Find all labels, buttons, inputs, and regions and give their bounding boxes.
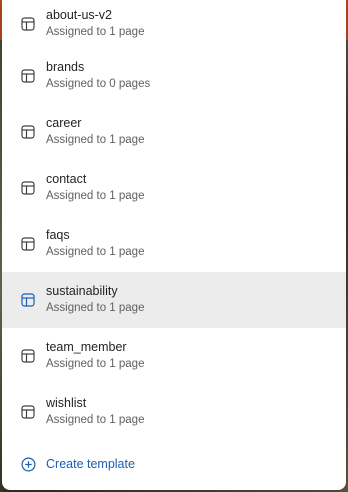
template-name: wishlist: [46, 396, 87, 410]
template-name: team_member: [46, 340, 127, 354]
template-name: faqs: [46, 228, 70, 242]
template-assignment: Assigned to 0 pages: [46, 78, 151, 90]
template-name: career: [46, 116, 82, 130]
template-item-career[interactable]: career Assigned to 1 page: [2, 104, 346, 160]
template-item-sustainability[interactable]: sustainability Assigned to 1 page: [2, 272, 346, 328]
template-layout-icon: [21, 405, 35, 419]
create-template-button[interactable]: Create template: [2, 448, 346, 482]
template-item-faqs[interactable]: faqs Assigned to 1 page: [2, 216, 346, 272]
template-name: about-us-v2: [46, 8, 113, 22]
template-layout-icon: [21, 17, 35, 31]
template-name: brands: [46, 60, 85, 74]
plus-circle-icon: [21, 457, 36, 472]
template-assignment: Assigned to 1 page: [46, 246, 145, 258]
template-item-contact[interactable]: contact Assigned to 1 page: [2, 160, 346, 216]
template-assignment: Assigned to 1 page: [46, 190, 145, 202]
template-item-team-member[interactable]: team_member Assigned to 1 page: [2, 328, 346, 384]
template-layout-icon: [21, 181, 35, 195]
template-layout-icon: [21, 69, 35, 83]
template-assignment: Assigned to 1 page: [46, 414, 145, 426]
create-template-label: Create template: [46, 457, 135, 471]
template-item-wishlist[interactable]: wishlist Assigned to 1 page: [2, 384, 346, 440]
template-assignment: Assigned to 1 page: [46, 134, 145, 146]
template-name: sustainability: [46, 284, 118, 298]
template-assignment: Assigned to 1 page: [46, 302, 145, 314]
template-layout-icon: [21, 237, 35, 251]
template-layout-icon: [21, 293, 35, 307]
template-dropdown-menu: about-us-v2 Assigned to 1 page brands As…: [2, 0, 346, 490]
template-layout-icon: [21, 125, 35, 139]
template-item-brands[interactable]: brands Assigned to 0 pages: [2, 48, 346, 104]
template-item-about-us-v2[interactable]: about-us-v2 Assigned to 1 page: [2, 0, 346, 48]
template-assignment: Assigned to 1 page: [46, 26, 145, 38]
template-name: contact: [46, 172, 87, 186]
template-layout-icon: [21, 349, 35, 363]
template-list: about-us-v2 Assigned to 1 page brands As…: [2, 0, 346, 440]
template-assignment: Assigned to 1 page: [46, 358, 145, 370]
